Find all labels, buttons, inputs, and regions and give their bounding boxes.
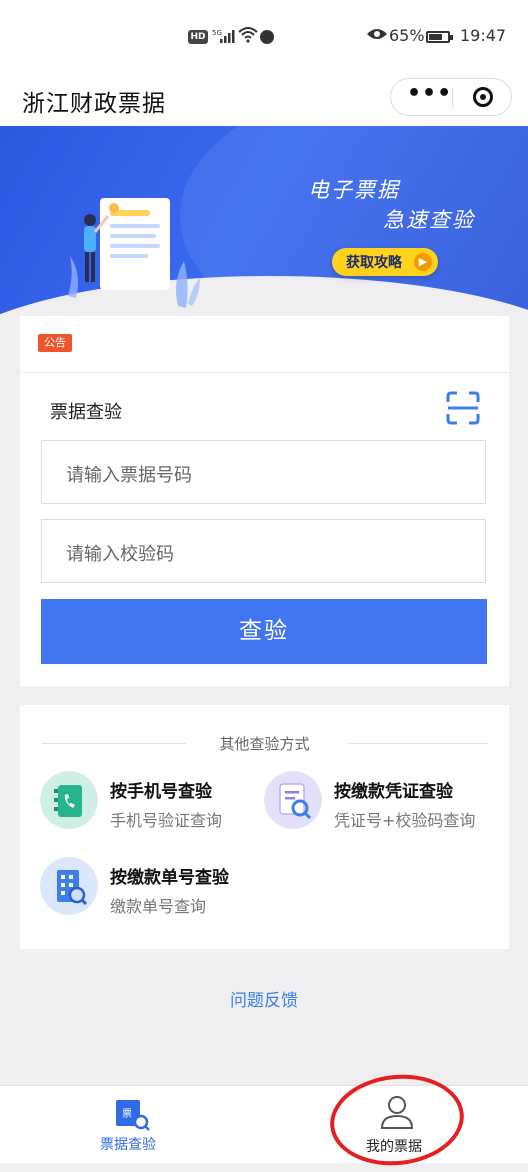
- signal-icon: 5G: [212, 28, 236, 48]
- other-methods-card: 其他查验方式 按手机号查验 手机号验证查询 按缴款凭证查验 凭证号+校验码查询: [20, 705, 509, 949]
- eye-icon: [366, 26, 388, 46]
- banner-slogan-line2: 急速查验: [383, 208, 475, 232]
- method-voucher-title: 按缴款凭证查验: [334, 782, 453, 802]
- svg-text:票: 票: [122, 1108, 132, 1120]
- invoice-number-placeholder: 请输入票据号码: [66, 465, 192, 486]
- invoice-number-input[interactable]: 请输入票据号码: [41, 440, 486, 504]
- hd-indicator: HD: [188, 30, 208, 44]
- banner-slogan-line1: 电子票据: [308, 178, 400, 202]
- scan-code-icon[interactable]: [446, 391, 480, 425]
- battery-percent: 65%: [389, 26, 425, 45]
- phone-book-icon: [40, 771, 98, 829]
- method-voucher-subtitle: 凭证号+校验码查询: [334, 811, 476, 830]
- page-title: 浙江财政票据: [22, 91, 166, 117]
- clock: 19:47: [460, 26, 507, 45]
- method-payment-number-subtitle: 缴款单号查询: [110, 897, 207, 916]
- method-phone[interactable]: 按手机号查验 手机号验证查询: [40, 771, 270, 835]
- get-guide-label: 获取攻略: [346, 255, 402, 271]
- battery-icon: [426, 31, 453, 43]
- verify-section-title: 票据查验: [50, 402, 122, 423]
- notice-bar[interactable]: 公告: [20, 316, 509, 373]
- get-guide-button[interactable]: 获取攻略 ▶: [332, 248, 438, 276]
- voucher-search-icon: [264, 771, 322, 829]
- building-search-icon: [40, 857, 98, 915]
- miniprogram-capsule: •••: [390, 78, 512, 116]
- method-payment-number[interactable]: 按缴款单号查验 缴款单号查询: [40, 857, 290, 921]
- check-code-input[interactable]: 请输入校验码: [41, 519, 486, 583]
- notice-tag: 公告: [38, 334, 72, 352]
- tab-invoice-verify-label: 票据查验: [100, 1137, 156, 1153]
- feedback-link[interactable]: 问题反馈: [0, 986, 528, 1011]
- capsule-divider: [452, 88, 453, 108]
- wifi-icon: [238, 26, 258, 48]
- check-code-placeholder: 请输入校验码: [66, 544, 174, 565]
- method-payment-number-title: 按缴款单号查验: [110, 868, 229, 888]
- verify-card: 公告 票据查验 请输入票据号码 请输入校验码 查验: [20, 316, 509, 686]
- divider-right: [348, 743, 488, 744]
- status-bar: HD 5G 65% 19:47: [0, 0, 528, 78]
- method-phone-title: 按手机号查验: [110, 782, 212, 802]
- arrow-right-icon: ▶: [414, 253, 432, 271]
- svg-text:5G: 5G: [212, 29, 222, 37]
- close-miniprogram-icon[interactable]: [473, 87, 493, 107]
- title-bar: 浙江财政票据 •••: [0, 78, 528, 126]
- tab-invoice-verify[interactable]: 票 票据查验: [80, 1086, 190, 1162]
- more-menu-button[interactable]: •••: [407, 81, 452, 106]
- method-voucher[interactable]: 按缴款凭证查验 凭证号+校验码查询: [264, 771, 504, 835]
- verify-button[interactable]: 查验: [41, 599, 487, 664]
- vpn-icon: [260, 30, 274, 44]
- invoice-verify-tab-icon: 票: [116, 1100, 150, 1131]
- method-phone-subtitle: 手机号验证查询: [110, 811, 223, 830]
